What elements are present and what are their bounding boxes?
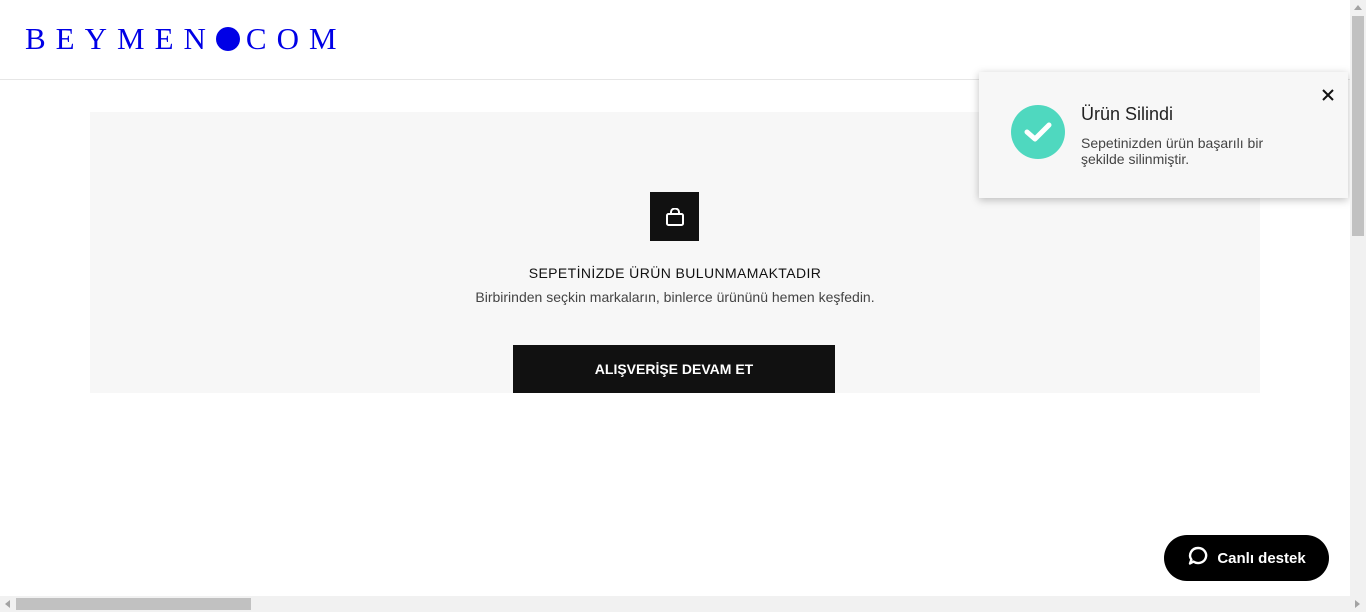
shopping-bag-icon <box>650 192 699 241</box>
toast-title: Ürün Silindi <box>1081 104 1174 124</box>
logo-text-left: BEYMEN <box>25 21 216 56</box>
logo-text-right: COM <box>245 21 347 56</box>
scroll-left-arrow-icon[interactable] <box>5 600 10 608</box>
live-support-label: Canlı destek <box>1217 549 1306 567</box>
toast-message: Sepetinizden ürün başarılı bir şekilde s… <box>1081 135 1264 167</box>
empty-cart-title: SEPETİNİZDE ÜRÜN BULUNMAMAKTADIR <box>528 265 822 281</box>
close-icon[interactable] <box>1319 86 1337 104</box>
logo-dot <box>215 27 240 51</box>
scroll-up-arrow-icon[interactable] <box>1354 5 1362 10</box>
product-removed-toast: Ürün Silindi Sepetinizden ürün başarılı … <box>979 72 1348 198</box>
check-circle-icon <box>1011 105 1065 159</box>
beymen-logo[interactable]: BEYMEN COM <box>25 22 347 56</box>
empty-cart-subtitle: Birbirinden seçkin markaların, binlerce … <box>475 289 875 305</box>
chat-bubble-icon <box>1187 545 1209 571</box>
scroll-right-arrow-icon[interactable] <box>1355 600 1360 608</box>
horizontal-scrollbar-thumb[interactable] <box>16 598 251 610</box>
site-header: BEYMEN COM <box>0 0 1350 80</box>
vertical-scrollbar-thumb[interactable] <box>1352 16 1364 236</box>
live-support-button[interactable]: Canlı destek <box>1164 535 1329 581</box>
continue-shopping-button[interactable]: ALIŞVERİŞE DEVAM ET <box>513 345 835 393</box>
